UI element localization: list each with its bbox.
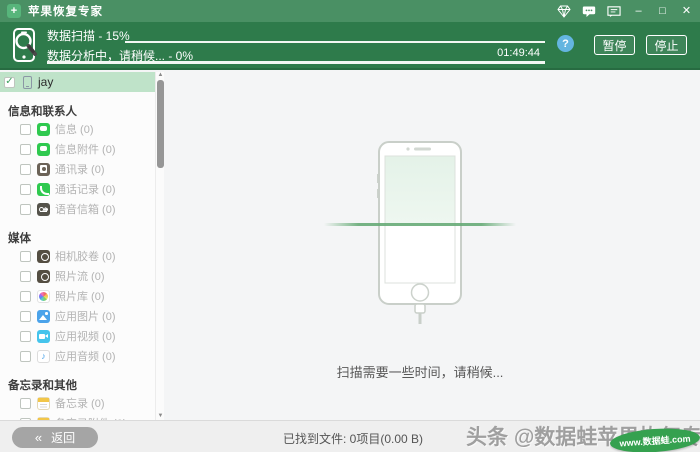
item-label: 应用音频 (0) — [55, 348, 116, 364]
notes-icon — [37, 397, 50, 410]
item-checkbox[interactable] — [20, 164, 31, 175]
item-label: 照片流 (0) — [55, 268, 105, 284]
sidebar-item[interactable]: 信息附件 (0) — [0, 139, 155, 159]
item-checkbox[interactable] — [20, 271, 31, 282]
chat-icon[interactable] — [582, 5, 596, 18]
item-label: 信息附件 (0) — [55, 141, 116, 157]
scan-hint-text: 扫描需要一些时间，请稍候... — [337, 362, 504, 381]
item-checkbox[interactable] — [20, 251, 31, 262]
scan-progress-label: 数据扫描 - 15% — [47, 27, 130, 44]
sidebar-item[interactable]: 信息 (0) — [0, 119, 155, 139]
sidebar: ✓ jay 信息和联系人信息 (0) 信息附件 (0) 通讯录 (0) 通话记录 (0… — [0, 72, 155, 420]
sidebar-item[interactable]: 应用图片 (0) — [0, 306, 155, 326]
bottom-bar: « 返回 已找到文件: 0项目(0.00 B) — [0, 420, 700, 452]
item-label: 语音信箱 (0) — [55, 201, 116, 217]
sidebar-section: 备忘录和其他备忘录 (0) 备忘录附件 (0) — [0, 373, 155, 420]
item-label: 应用图片 (0) — [55, 308, 116, 324]
scroll-up-icon[interactable]: ▲ — [157, 72, 164, 79]
device-checkbox[interactable]: ✓ — [4, 77, 15, 88]
minimize-button[interactable]: – — [632, 5, 645, 18]
gem-icon[interactable] — [557, 5, 571, 18]
item-label: 通讯录 (0) — [55, 161, 105, 177]
sidebar-item[interactable]: 通讯录 (0) — [0, 159, 155, 179]
scan-progress-track — [125, 41, 545, 43]
app-video-icon — [37, 330, 50, 343]
sidebar-section-title: 备忘录和其他 — [0, 373, 155, 393]
sidebar-item[interactable]: 语音信箱 (0) — [0, 199, 155, 219]
item-label: 相机胶卷 (0) — [55, 248, 116, 264]
feedback-icon[interactable] — [607, 5, 621, 18]
call-log-icon — [37, 183, 50, 196]
analyze-progress-track — [47, 61, 545, 64]
device-scan-icon — [10, 27, 40, 68]
found-files-status: 已找到文件: 0项目(0.00 B) — [283, 430, 423, 447]
sidebar-item[interactable]: 照片库 (0) — [0, 286, 155, 306]
maximize-button[interactable]: □ — [656, 5, 669, 18]
app-window: + 苹果恢复专家 – □ ✕ — [0, 0, 700, 452]
item-checkbox[interactable] — [20, 331, 31, 342]
item-label: 备忘录 (0) — [55, 395, 105, 411]
item-label: 信息 (0) — [55, 121, 94, 137]
sidebar-item[interactable]: 备忘录附件 (0) — [0, 413, 155, 420]
item-label: 通话记录 (0) — [55, 181, 116, 197]
titlebar: + 苹果恢复专家 – □ ✕ — [0, 0, 700, 22]
item-checkbox[interactable] — [20, 124, 31, 135]
stop-button[interactable]: 停止 — [646, 35, 687, 55]
item-checkbox[interactable] — [20, 398, 31, 409]
photo-library-icon — [37, 290, 50, 303]
sidebar-item[interactable]: 相机胶卷 (0) — [0, 246, 155, 266]
item-label: 照片库 (0) — [55, 288, 105, 304]
back-button[interactable]: « 返回 — [12, 427, 98, 448]
item-checkbox[interactable] — [20, 144, 31, 155]
item-checkbox[interactable] — [20, 184, 31, 195]
help-icon[interactable]: ? — [557, 35, 574, 52]
phone-scan-illustration — [324, 134, 516, 331]
main-panel: 扫描需要一些时间，请稍候... — [164, 72, 700, 420]
contacts-icon — [37, 163, 50, 176]
sidebar-item[interactable]: 备忘录 (0) — [0, 393, 155, 413]
item-checkbox[interactable] — [20, 291, 31, 302]
message-icon — [37, 123, 50, 136]
device-name: jay — [38, 75, 53, 89]
scrollbar-thumb[interactable] — [157, 80, 164, 168]
sidebar-item[interactable]: 照片流 (0) — [0, 266, 155, 286]
camera-roll-icon — [37, 250, 50, 263]
app-image-icon — [37, 310, 50, 323]
app-title: 苹果恢复专家 — [28, 3, 103, 19]
sidebar-item[interactable]: 应用音频 (0) — [0, 346, 155, 366]
back-arrows-icon: « — [35, 431, 42, 444]
close-button[interactable]: ✕ — [680, 5, 693, 18]
item-checkbox[interactable] — [20, 204, 31, 215]
item-label: 应用视频 (0) — [55, 328, 116, 344]
sidebar-section-title: 信息和联系人 — [0, 99, 155, 119]
item-checkbox[interactable] — [20, 351, 31, 362]
pause-button[interactable]: 暂停 — [594, 35, 635, 55]
phone-icon — [23, 76, 32, 89]
sidebar-section-title: 媒体 — [0, 226, 155, 246]
sidebar-item[interactable]: 通话记录 (0) — [0, 179, 155, 199]
elapsed-time: 01:49:44 — [455, 47, 540, 59]
voicemail-icon — [37, 203, 50, 216]
message-attachment-icon — [37, 143, 50, 156]
sidebar-section: 媒体相机胶卷 (0) 照片流 (0) 照片库 (0) 应用图片 (0) 应用视频 (0)… — [0, 226, 155, 366]
sidebar-section: 信息和联系人信息 (0) 信息附件 (0) 通讯录 (0) 通话记录 (0) 语音信箱 … — [0, 99, 155, 219]
device-row[interactable]: ✓ jay — [0, 72, 155, 92]
photo-stream-icon — [37, 270, 50, 283]
sidebar-item[interactable]: 应用视频 (0) — [0, 326, 155, 346]
scan-progress-header: 数据扫描 - 15% 数据分析中，请稍候... - 0% 01:49:44 ? … — [0, 22, 700, 70]
item-checkbox[interactable] — [20, 311, 31, 322]
scroll-down-icon[interactable]: ▼ — [157, 413, 164, 420]
back-button-label: 返回 — [51, 429, 75, 446]
sidebar-scrollbar[interactable]: ▲ ▼ — [155, 72, 164, 420]
app-audio-icon — [37, 350, 50, 363]
app-logo-icon: + — [7, 4, 21, 18]
